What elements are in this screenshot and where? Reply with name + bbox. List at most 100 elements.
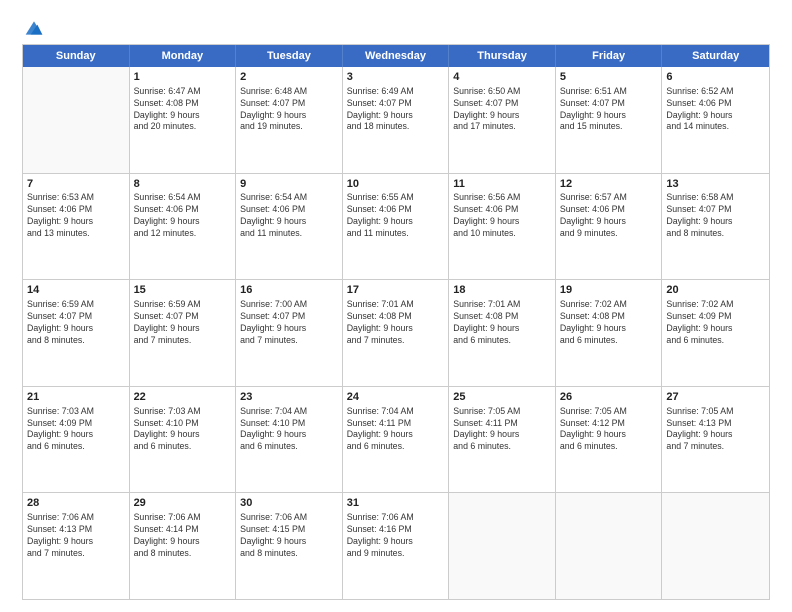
cal-cell: 1Sunrise: 6:47 AM Sunset: 4:08 PM Daylig… bbox=[130, 67, 237, 173]
cal-row: 28Sunrise: 7:06 AM Sunset: 4:13 PM Dayli… bbox=[23, 492, 769, 599]
cal-cell: 8Sunrise: 6:54 AM Sunset: 4:06 PM Daylig… bbox=[130, 174, 237, 280]
cal-cell: 4Sunrise: 6:50 AM Sunset: 4:07 PM Daylig… bbox=[449, 67, 556, 173]
cal-cell: 19Sunrise: 7:02 AM Sunset: 4:08 PM Dayli… bbox=[556, 280, 663, 386]
cell-info: Sunrise: 6:53 AM Sunset: 4:06 PM Dayligh… bbox=[27, 192, 125, 240]
cal-cell: 28Sunrise: 7:06 AM Sunset: 4:13 PM Dayli… bbox=[23, 493, 130, 599]
cell-info: Sunrise: 6:51 AM Sunset: 4:07 PM Dayligh… bbox=[560, 86, 658, 134]
cal-cell: 27Sunrise: 7:05 AM Sunset: 4:13 PM Dayli… bbox=[662, 387, 769, 493]
cal-cell: 30Sunrise: 7:06 AM Sunset: 4:15 PM Dayli… bbox=[236, 493, 343, 599]
calendar-body: 1Sunrise: 6:47 AM Sunset: 4:08 PM Daylig… bbox=[23, 67, 769, 599]
day-number: 5 bbox=[560, 70, 658, 85]
cell-info: Sunrise: 7:06 AM Sunset: 4:13 PM Dayligh… bbox=[27, 512, 125, 560]
cal-cell: 13Sunrise: 6:58 AM Sunset: 4:07 PM Dayli… bbox=[662, 174, 769, 280]
day-number: 3 bbox=[347, 70, 445, 85]
day-number: 26 bbox=[560, 390, 658, 405]
cal-cell: 9Sunrise: 6:54 AM Sunset: 4:06 PM Daylig… bbox=[236, 174, 343, 280]
day-number: 22 bbox=[134, 390, 232, 405]
cal-cell: 6Sunrise: 6:52 AM Sunset: 4:06 PM Daylig… bbox=[662, 67, 769, 173]
day-number: 9 bbox=[240, 177, 338, 192]
cal-cell: 31Sunrise: 7:06 AM Sunset: 4:16 PM Dayli… bbox=[343, 493, 450, 599]
day-number: 27 bbox=[666, 390, 765, 405]
day-number: 12 bbox=[560, 177, 658, 192]
day-number: 11 bbox=[453, 177, 551, 192]
day-number: 24 bbox=[347, 390, 445, 405]
cal-cell: 24Sunrise: 7:04 AM Sunset: 4:11 PM Dayli… bbox=[343, 387, 450, 493]
day-number: 8 bbox=[134, 177, 232, 192]
cell-info: Sunrise: 7:04 AM Sunset: 4:11 PM Dayligh… bbox=[347, 406, 445, 454]
page: Sunday Monday Tuesday Wednesday Thursday… bbox=[0, 0, 792, 612]
cell-info: Sunrise: 7:06 AM Sunset: 4:15 PM Dayligh… bbox=[240, 512, 338, 560]
cal-cell bbox=[23, 67, 130, 173]
cal-cell: 18Sunrise: 7:01 AM Sunset: 4:08 PM Dayli… bbox=[449, 280, 556, 386]
cell-info: Sunrise: 7:05 AM Sunset: 4:11 PM Dayligh… bbox=[453, 406, 551, 454]
cal-cell: 16Sunrise: 7:00 AM Sunset: 4:07 PM Dayli… bbox=[236, 280, 343, 386]
cal-cell: 2Sunrise: 6:48 AM Sunset: 4:07 PM Daylig… bbox=[236, 67, 343, 173]
cell-info: Sunrise: 7:06 AM Sunset: 4:14 PM Dayligh… bbox=[134, 512, 232, 560]
cell-info: Sunrise: 7:00 AM Sunset: 4:07 PM Dayligh… bbox=[240, 299, 338, 347]
cal-cell: 20Sunrise: 7:02 AM Sunset: 4:09 PM Dayli… bbox=[662, 280, 769, 386]
day-number: 18 bbox=[453, 283, 551, 298]
cal-cell: 7Sunrise: 6:53 AM Sunset: 4:06 PM Daylig… bbox=[23, 174, 130, 280]
day-number: 1 bbox=[134, 70, 232, 85]
cal-row: 21Sunrise: 7:03 AM Sunset: 4:09 PM Dayli… bbox=[23, 386, 769, 493]
cal-cell: 17Sunrise: 7:01 AM Sunset: 4:08 PM Dayli… bbox=[343, 280, 450, 386]
cell-info: Sunrise: 6:49 AM Sunset: 4:07 PM Dayligh… bbox=[347, 86, 445, 134]
header-wednesday: Wednesday bbox=[343, 45, 450, 67]
cal-cell: 3Sunrise: 6:49 AM Sunset: 4:07 PM Daylig… bbox=[343, 67, 450, 173]
day-number: 20 bbox=[666, 283, 765, 298]
logo-icon bbox=[24, 18, 44, 38]
day-number: 16 bbox=[240, 283, 338, 298]
day-number: 6 bbox=[666, 70, 765, 85]
day-number: 21 bbox=[27, 390, 125, 405]
day-number: 15 bbox=[134, 283, 232, 298]
day-number: 7 bbox=[27, 177, 125, 192]
cell-info: Sunrise: 6:59 AM Sunset: 4:07 PM Dayligh… bbox=[134, 299, 232, 347]
calendar: Sunday Monday Tuesday Wednesday Thursday… bbox=[22, 44, 770, 600]
cal-row: 7Sunrise: 6:53 AM Sunset: 4:06 PM Daylig… bbox=[23, 173, 769, 280]
cal-cell bbox=[449, 493, 556, 599]
header-monday: Monday bbox=[130, 45, 237, 67]
cal-cell: 22Sunrise: 7:03 AM Sunset: 4:10 PM Dayli… bbox=[130, 387, 237, 493]
cell-info: Sunrise: 6:52 AM Sunset: 4:06 PM Dayligh… bbox=[666, 86, 765, 134]
cal-cell: 12Sunrise: 6:57 AM Sunset: 4:06 PM Dayli… bbox=[556, 174, 663, 280]
day-number: 30 bbox=[240, 496, 338, 511]
cal-cell: 21Sunrise: 7:03 AM Sunset: 4:09 PM Dayli… bbox=[23, 387, 130, 493]
cell-info: Sunrise: 7:02 AM Sunset: 4:09 PM Dayligh… bbox=[666, 299, 765, 347]
cal-cell: 25Sunrise: 7:05 AM Sunset: 4:11 PM Dayli… bbox=[449, 387, 556, 493]
day-number: 10 bbox=[347, 177, 445, 192]
cell-info: Sunrise: 7:06 AM Sunset: 4:16 PM Dayligh… bbox=[347, 512, 445, 560]
cell-info: Sunrise: 7:05 AM Sunset: 4:13 PM Dayligh… bbox=[666, 406, 765, 454]
cell-info: Sunrise: 6:54 AM Sunset: 4:06 PM Dayligh… bbox=[134, 192, 232, 240]
cal-cell: 23Sunrise: 7:04 AM Sunset: 4:10 PM Dayli… bbox=[236, 387, 343, 493]
cal-cell: 29Sunrise: 7:06 AM Sunset: 4:14 PM Dayli… bbox=[130, 493, 237, 599]
cell-info: Sunrise: 6:58 AM Sunset: 4:07 PM Dayligh… bbox=[666, 192, 765, 240]
day-number: 29 bbox=[134, 496, 232, 511]
header-tuesday: Tuesday bbox=[236, 45, 343, 67]
day-number: 23 bbox=[240, 390, 338, 405]
cell-info: Sunrise: 7:03 AM Sunset: 4:10 PM Dayligh… bbox=[134, 406, 232, 454]
cal-cell: 14Sunrise: 6:59 AM Sunset: 4:07 PM Dayli… bbox=[23, 280, 130, 386]
header bbox=[22, 18, 770, 36]
cell-info: Sunrise: 6:59 AM Sunset: 4:07 PM Dayligh… bbox=[27, 299, 125, 347]
logo bbox=[22, 18, 44, 36]
cell-info: Sunrise: 6:50 AM Sunset: 4:07 PM Dayligh… bbox=[453, 86, 551, 134]
cell-info: Sunrise: 6:47 AM Sunset: 4:08 PM Dayligh… bbox=[134, 86, 232, 134]
cell-info: Sunrise: 6:55 AM Sunset: 4:06 PM Dayligh… bbox=[347, 192, 445, 240]
header-sunday: Sunday bbox=[23, 45, 130, 67]
day-number: 2 bbox=[240, 70, 338, 85]
day-number: 13 bbox=[666, 177, 765, 192]
cell-info: Sunrise: 6:54 AM Sunset: 4:06 PM Dayligh… bbox=[240, 192, 338, 240]
day-number: 4 bbox=[453, 70, 551, 85]
header-friday: Friday bbox=[556, 45, 663, 67]
cal-cell: 5Sunrise: 6:51 AM Sunset: 4:07 PM Daylig… bbox=[556, 67, 663, 173]
cell-info: Sunrise: 6:57 AM Sunset: 4:06 PM Dayligh… bbox=[560, 192, 658, 240]
day-number: 14 bbox=[27, 283, 125, 298]
header-saturday: Saturday bbox=[662, 45, 769, 67]
day-number: 31 bbox=[347, 496, 445, 511]
cal-cell bbox=[662, 493, 769, 599]
cal-cell: 11Sunrise: 6:56 AM Sunset: 4:06 PM Dayli… bbox=[449, 174, 556, 280]
header-thursday: Thursday bbox=[449, 45, 556, 67]
cell-info: Sunrise: 7:04 AM Sunset: 4:10 PM Dayligh… bbox=[240, 406, 338, 454]
cell-info: Sunrise: 7:03 AM Sunset: 4:09 PM Dayligh… bbox=[27, 406, 125, 454]
cal-cell: 10Sunrise: 6:55 AM Sunset: 4:06 PM Dayli… bbox=[343, 174, 450, 280]
